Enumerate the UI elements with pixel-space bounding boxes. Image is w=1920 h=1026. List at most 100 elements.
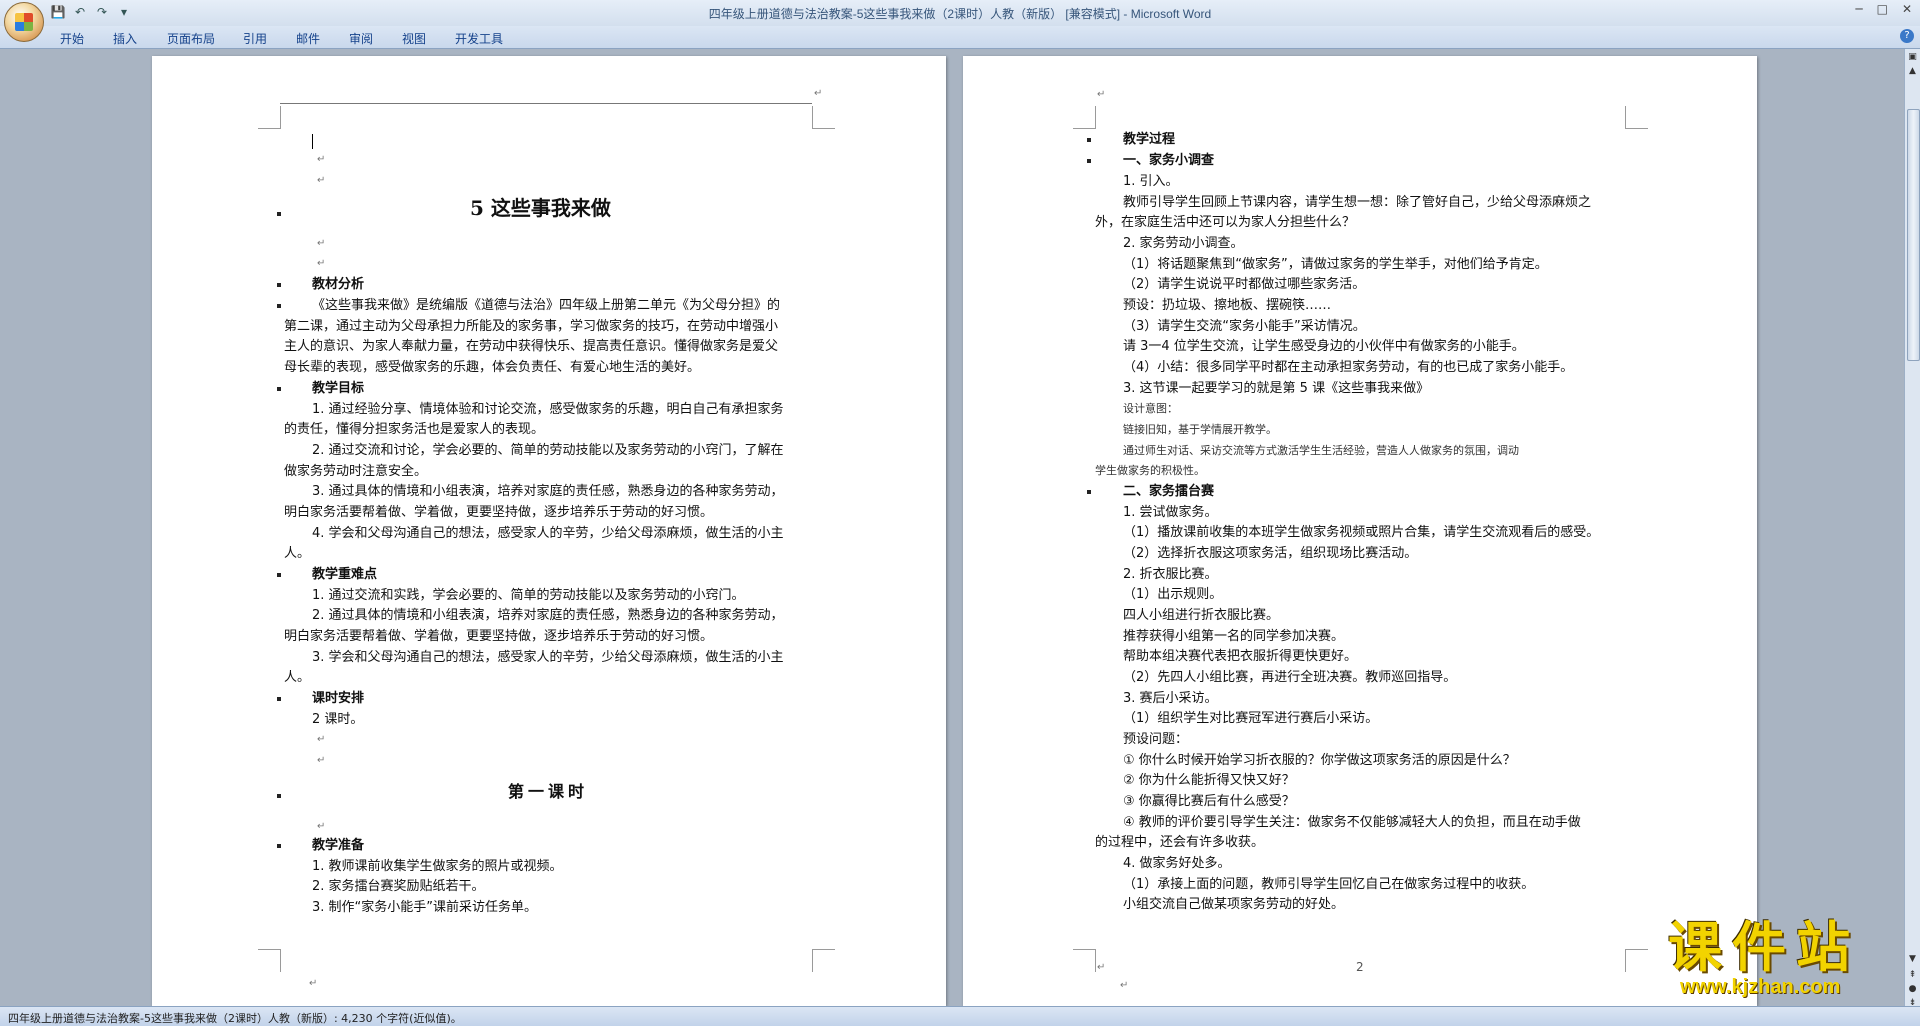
- tab-references[interactable]: 引用: [243, 30, 267, 47]
- scroll-thumb[interactable]: [1907, 109, 1920, 361]
- body-line: ① 你什么时候开始学习折衣服的？你学做这项家务活的原因是什么？: [1123, 753, 1516, 768]
- paragraph-mark: ↵: [1097, 89, 1106, 100]
- crop-mark: [258, 949, 281, 972]
- body-line: 推荐获得小组第一名的同学参加决赛。: [1123, 629, 1345, 644]
- tab-insert[interactable]: 插入: [113, 30, 137, 47]
- design-note: 学生做家务的积极性。: [1095, 464, 1205, 477]
- ribbon-tabs: 开始 插入 页面布局 引用 邮件 审阅 视图 开发工具 ?: [0, 26, 1920, 49]
- scroll-up-icon[interactable]: ▲: [1906, 65, 1919, 77]
- design-note: 设计意图：: [1123, 402, 1178, 415]
- body-line: 四人小组进行折衣服比赛。: [1123, 608, 1280, 623]
- body-line: 做家务劳动时注意安全。: [284, 464, 428, 479]
- list-bullet: [1087, 490, 1091, 494]
- window-title: 四年级上册道德与法治教案-5这些事我来做（2课时）人教（新版） [兼容模式] -…: [708, 7, 1212, 21]
- paragraph-mark: ↵: [317, 821, 326, 832]
- tab-review[interactable]: 审阅: [349, 30, 373, 47]
- body-line: ③ 你赢得比赛后有什么感受？: [1123, 794, 1295, 809]
- tab-developer[interactable]: 开发工具: [455, 30, 503, 47]
- body-line: （3）请学生交流“家务小能手”采访情况。: [1123, 319, 1366, 334]
- paragraph-mark: ↵: [309, 978, 318, 989]
- body-line: 3. 这节课一起要学习的就是第 5 课《这些事我来做》: [1123, 381, 1430, 396]
- body-line: 人。: [284, 546, 311, 561]
- body-line: 1. 通过经验分享、情境体验和讨论交流，感受做家务的乐趣，明白自己有承担家务: [312, 402, 784, 417]
- body-line: （1）组织学生对比赛冠军进行赛后小采访。: [1123, 711, 1379, 726]
- help-icon[interactable]: ?: [1900, 29, 1914, 43]
- paragraph-mark: ↵: [317, 755, 326, 766]
- list-bullet: [1087, 138, 1091, 142]
- paragraph-mark: ↵: [1097, 962, 1106, 973]
- body-line: 2. 通过具体的情境和小组表演，培养对家庭的责任感，熟悉身边的各种家务劳动，: [312, 608, 784, 623]
- document-title: 5 这些事我来做: [470, 196, 611, 220]
- list-bullet: [277, 212, 281, 216]
- body-line: （2）先四人小组比赛，再进行全班决赛。教师巡回指导。: [1123, 670, 1457, 685]
- status-bar: 四年级上册道德与法治教案-5这些事我来做（2课时）人教（新版）: 4,230 个…: [0, 1006, 1920, 1026]
- body-line: 4. 学会和父母沟通自己的想法，感受家人的辛劳，少给父母添麻烦，做生活的小主: [312, 526, 784, 541]
- body-line: 明白家务活要帮着做、学着做，更要坚持做，逐步培养乐于劳动的好习惯。: [284, 629, 714, 644]
- watermark-logo-text: 课件站: [1668, 915, 1860, 979]
- design-note: 通过师生对话、采访交流等方式激活学生生活经验，营造人人做家务的氛围，调动: [1123, 444, 1519, 457]
- office-logo-icon: [15, 13, 33, 31]
- body-line: 1. 尝试做家务。: [1123, 505, 1218, 520]
- section-heading: 教学重难点: [312, 567, 378, 582]
- site-watermark: 课件站 www.kjzhan.com: [1668, 918, 1860, 998]
- body-line: 《这些事我来做》是统编版《道德与法治》四年级上册第二单元《为父母分担》的: [312, 298, 781, 313]
- crop-mark: [1625, 949, 1648, 972]
- body-line: 明白家务活要帮着做、学着做，更要坚持做，逐步培养乐于劳动的好习惯。: [284, 505, 714, 520]
- body-line: 教师引导学生回顾上节课内容，请学生想一想：除了管好自己，少给父母添麻烦之: [1123, 195, 1592, 210]
- list-bullet: [277, 387, 281, 391]
- body-line: （1）承接上面的问题，教师引导学生回忆自己在做家务过程中的收获。: [1123, 877, 1535, 892]
- section-heading: 教学目标: [312, 381, 365, 396]
- paragraph-mark: ↵: [317, 154, 326, 165]
- list-bullet: [277, 794, 281, 798]
- tab-view[interactable]: 视图: [402, 30, 426, 47]
- body-line: 3. 制作“家务小能手”课前采访任务单。: [312, 900, 538, 915]
- close-button[interactable]: ✕: [1902, 2, 1912, 16]
- body-line: （2）选择折衣服这项家务活，组织现场比赛活动。: [1123, 546, 1418, 561]
- document-page-2[interactable]: ↵ 教学过程 一、家务小调查 1. 引入。 教师引导学生回顾上节课内容，请学生想…: [963, 56, 1757, 1006]
- body-line: 2. 折衣服比赛。: [1123, 567, 1218, 582]
- body-line: ② 你为什么能折得又快又好？: [1123, 773, 1295, 788]
- body-line: 人。: [284, 670, 311, 685]
- list-bullet: [277, 573, 281, 577]
- tab-mailings[interactable]: 邮件: [296, 30, 320, 47]
- document-page-1[interactable]: ↵ ↵ ↵ 5 这些事我来做 ↵ ↵ 教材分析 《这些事我来做》是统编版《道德与…: [152, 56, 946, 1006]
- body-line: 2. 通过交流和讨论，学会必要的、简单的劳动技能以及家务劳动的小窍门，了解在: [312, 443, 784, 458]
- tab-page-layout[interactable]: 页面布局: [167, 30, 215, 47]
- maximize-button[interactable]: □: [1877, 2, 1888, 16]
- body-line: 帮助本组决赛代表把衣服折得更快更好。: [1123, 649, 1358, 664]
- list-bullet: [277, 283, 281, 287]
- crop-mark: [1073, 106, 1096, 129]
- body-line: （4）小结：很多同学平时都在主动承担家务劳动，有的也已成了家务小能手。: [1123, 360, 1574, 375]
- minimize-button[interactable]: ─: [1855, 2, 1862, 16]
- scroll-down-icon[interactable]: ▼: [1906, 953, 1919, 965]
- ruler-toggle-icon[interactable]: ▣: [1906, 51, 1919, 63]
- crop-mark: [1073, 949, 1096, 972]
- paragraph-mark: ↵: [814, 88, 823, 99]
- paragraph-mark: ↵: [317, 258, 326, 269]
- body-line: 3. 通过具体的情境和小组表演，培养对家庭的责任感，熟悉身边的各种家务劳动，: [312, 484, 784, 499]
- body-line: 3. 赛后小采访。: [1123, 691, 1218, 706]
- lesson-title: 第一课时: [508, 782, 589, 801]
- list-bullet: [277, 304, 281, 308]
- header-line: [280, 103, 812, 104]
- list-bullet: [277, 697, 281, 701]
- body-line: 小组交流自己做某项家务劳动的好处。: [1123, 897, 1345, 912]
- window-controls: ─ □ ✕: [1855, 2, 1912, 16]
- body-line: 母长辈的表现，感受做家务的乐趣，体会负责任、有爱心地生活的美好。: [284, 360, 701, 375]
- body-line: 4. 做家务好处多。: [1123, 856, 1231, 871]
- body-line: 1. 引入。: [1123, 174, 1179, 189]
- body-line: ④ 教师的评价要引导学生关注：做家务不仅能够减轻大人的负担，而且在动手做: [1123, 815, 1581, 830]
- list-bullet: [277, 844, 281, 848]
- body-line: 2. 家务劳动小调查。: [1123, 236, 1244, 251]
- select-browse-object-icon[interactable]: ●: [1906, 983, 1919, 995]
- vertical-scrollbar[interactable]: ▣ ▲ ▼ ⇞ ● ⇟: [1904, 49, 1920, 1009]
- tab-home[interactable]: 开始: [60, 30, 84, 47]
- list-bullet: [1087, 159, 1091, 163]
- paragraph-mark: ↵: [317, 175, 326, 186]
- body-line: 请 3一4 位学生交流，让学生感受身边的小伙伴中有做家务的小能手。: [1123, 339, 1525, 354]
- previous-page-icon[interactable]: ⇞: [1906, 969, 1919, 981]
- body-line: （1）将话题聚焦到“做家务”，请做过家务的学生举手，对他们给予肯定。: [1123, 257, 1548, 272]
- body-line: 2 课时。: [312, 712, 364, 727]
- section-heading: 教材分析: [312, 277, 365, 292]
- office-button[interactable]: [4, 2, 44, 42]
